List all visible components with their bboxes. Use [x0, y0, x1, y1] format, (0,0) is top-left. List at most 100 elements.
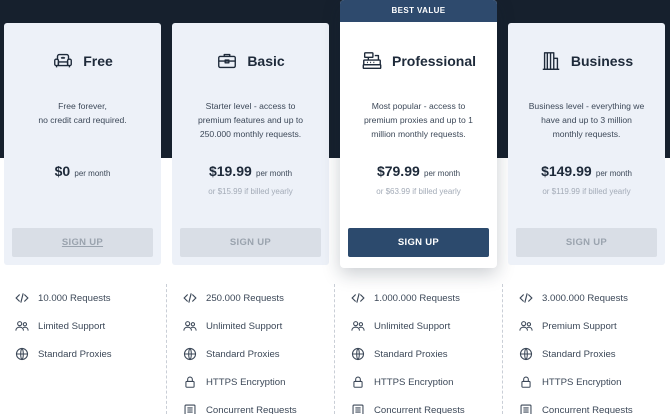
code-icon: [351, 293, 365, 303]
feature-text: Unlimited Support: [374, 320, 451, 332]
building-icon: [542, 52, 560, 70]
price-period: per month: [256, 169, 293, 178]
feature-text: Standard Proxies: [542, 348, 616, 360]
plan-description: Free forever, no credit card required.: [16, 99, 149, 127]
feature-list-basic: 250.000 Requests Unlimited Support Stand…: [168, 284, 328, 414]
feature-text: HTTPS Encryption: [374, 376, 454, 388]
column-divider: [502, 284, 503, 414]
plan-header: Basic: [172, 48, 329, 74]
feature-item: Standard Proxies: [504, 340, 664, 368]
plan-description-line: Most popular - access to: [371, 101, 466, 111]
plan-description-line: no credit card required.: [38, 115, 127, 125]
feature-item: Concurrent Requests: [504, 396, 664, 414]
users-icon: [519, 321, 533, 331]
list-icon: [184, 404, 196, 414]
feature-text: Concurrent Requests: [374, 404, 465, 414]
plan-description: Starter level - access to premium featur…: [184, 99, 317, 141]
price-line: $149.99 per month: [508, 163, 665, 179]
users-icon: [351, 321, 365, 331]
price-period: per month: [424, 169, 461, 178]
plan-description-line: monthly requests.: [552, 129, 621, 139]
feature-list-free: 10.000 Requests Limited Support Standard…: [0, 284, 160, 368]
feature-item: Unlimited Support: [336, 312, 496, 340]
plan-description-line: Starter level - access to: [205, 101, 296, 111]
feature-text: Unlimited Support: [206, 320, 283, 332]
feature-item: Standard Proxies: [336, 340, 496, 368]
price-line: $79.99 per month: [340, 163, 497, 179]
plan-name: Business: [570, 53, 634, 69]
plan-description: Most popular - access to premium proxies…: [352, 99, 485, 141]
plan-card-basic: Basic Starter level - access to premium …: [172, 23, 329, 265]
yearly-price: or $15.99 if billed yearly: [208, 187, 293, 196]
feature-text: Standard Proxies: [38, 348, 112, 360]
feature-list-professional: 1.000.000 Requests Unlimited Support Sta…: [336, 284, 496, 414]
plan-card-free: Free Free forever, no credit card requir…: [4, 23, 161, 265]
best-value-badge: BEST VALUE: [340, 0, 497, 22]
code-icon: [519, 293, 533, 303]
users-icon: [183, 321, 197, 331]
feature-item: HTTPS Encryption: [336, 368, 496, 396]
globe-icon: [15, 347, 29, 361]
price-period: per month: [595, 169, 632, 178]
feature-text: 3.000.000 Requests: [542, 292, 628, 304]
pricing-page: Free Free forever, no credit card requir…: [0, 0, 670, 414]
sign-up-button-free[interactable]: SIGN UP: [12, 228, 153, 257]
lock-icon: [353, 376, 363, 388]
plan-name: Free: [83, 53, 113, 69]
code-icon: [15, 293, 29, 303]
feature-item: 3.000.000 Requests: [504, 284, 664, 312]
feature-item: Unlimited Support: [168, 312, 328, 340]
feature-item: HTTPS Encryption: [504, 368, 664, 396]
feature-list-business: 3.000.000 Requests Premium Support Stand…: [504, 284, 664, 414]
plan-description-line: Business level - everything we: [528, 101, 645, 111]
column-divider: [334, 284, 335, 414]
feature-text: Premium Support: [542, 320, 617, 332]
globe-icon: [351, 347, 365, 361]
feature-text: Concurrent Requests: [206, 404, 297, 414]
plan-description-line: 250.000 monthly requests.: [199, 129, 302, 139]
list-icon: [352, 404, 364, 414]
plan-price: $149.99: [541, 163, 592, 179]
plan-description-line: premium features and up to: [197, 115, 304, 125]
feature-item: 250.000 Requests: [168, 284, 328, 312]
feature-text: Concurrent Requests: [542, 404, 633, 414]
lock-icon: [185, 376, 195, 388]
sign-up-button-professional[interactable]: SIGN UP: [348, 228, 489, 257]
plan-card-business: Business Business level - everything we …: [508, 23, 665, 265]
feature-text: 1.000.000 Requests: [374, 292, 460, 304]
plan-header: Professional: [340, 48, 497, 74]
feature-text: 250.000 Requests: [206, 292, 284, 304]
cash-register-icon: [362, 52, 382, 70]
feature-text: Standard Proxies: [374, 348, 448, 360]
list-icon: [520, 404, 532, 414]
yearly-price: or $63.99 if billed yearly: [376, 187, 461, 196]
globe-icon: [519, 347, 533, 361]
feature-item: Standard Proxies: [0, 340, 160, 368]
code-icon: [183, 293, 197, 303]
sign-up-button-business[interactable]: SIGN UP: [516, 228, 657, 257]
plan-description: Business level - everything we have and …: [520, 99, 653, 141]
plan-price: $79.99: [376, 163, 420, 179]
feature-item: 10.000 Requests: [0, 284, 160, 312]
feature-text: Standard Proxies: [206, 348, 280, 360]
price-period: per month: [74, 169, 111, 178]
feature-item: Standard Proxies: [168, 340, 328, 368]
column-divider: [166, 284, 167, 414]
plan-price: $0: [54, 163, 71, 179]
plan-name: Basic: [247, 53, 285, 69]
globe-icon: [183, 347, 197, 361]
price-line: $0 per month: [4, 163, 161, 179]
plan-header: Free: [4, 48, 161, 74]
plan-description-line: premium proxies and up to 1: [364, 115, 473, 125]
briefcase-icon: [218, 53, 237, 69]
plan-header: Business: [508, 48, 665, 74]
sign-up-button-basic[interactable]: SIGN UP: [180, 228, 321, 257]
feature-item: Limited Support: [0, 312, 160, 340]
plan-description-line: million monthly requests.: [371, 129, 466, 139]
users-icon: [15, 321, 29, 331]
armchair-icon: [54, 53, 73, 68]
feature-item: HTTPS Encryption: [168, 368, 328, 396]
lock-icon: [521, 376, 531, 388]
price-line: $19.99 per month: [172, 163, 329, 179]
feature-text: HTTPS Encryption: [206, 376, 286, 388]
